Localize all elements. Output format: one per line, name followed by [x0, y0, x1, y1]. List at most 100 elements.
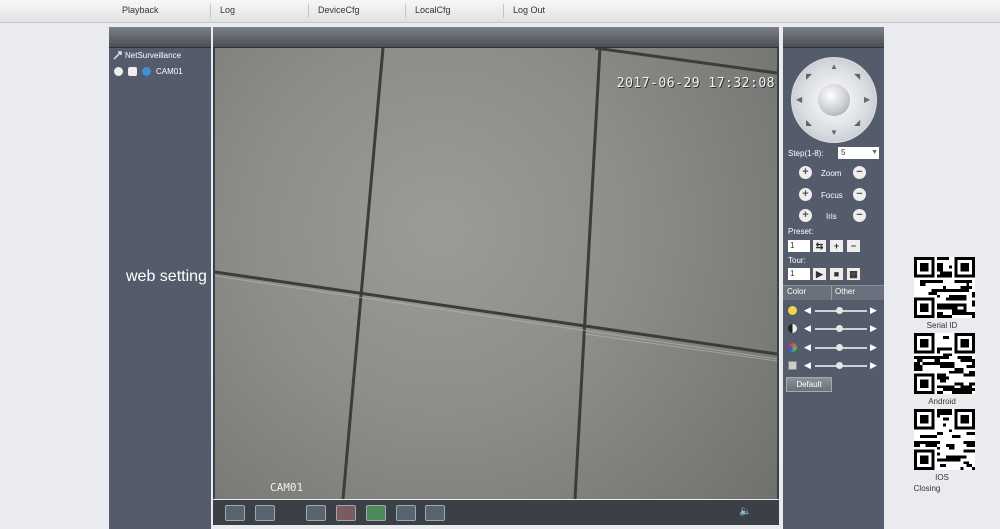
ios-label: IOS: [935, 473, 949, 482]
nav-separator: [210, 4, 211, 18]
saturation-slider[interactable]: ◀ ▶: [788, 342, 880, 354]
android-qr-code: [914, 333, 975, 394]
saturation-increase-icon[interactable]: ▶: [870, 342, 877, 353]
nav-separator: [405, 4, 406, 18]
talk-button[interactable]: [396, 505, 416, 521]
focus-label: Focus: [821, 191, 843, 200]
preset-label: Preset:: [788, 227, 814, 236]
hue-decrease-icon[interactable]: ◀: [804, 360, 811, 371]
zoom-label: Zoom: [821, 169, 842, 178]
ptz-right-icon[interactable]: ▶: [864, 95, 870, 104]
saturation-knob[interactable]: [836, 344, 844, 351]
tree-camera-item[interactable]: CAM01: [114, 67, 183, 76]
play-icon[interactable]: [128, 67, 137, 76]
tree-root-label: NetSurveillance: [125, 51, 182, 60]
preset-add-button[interactable]: +: [830, 240, 843, 252]
iris-label: Iris: [826, 212, 837, 221]
tree-root-item[interactable]: NetSurveillance: [113, 51, 181, 60]
focus-far-button[interactable]: −: [853, 188, 866, 201]
tour-grid-button[interactable]: ▦: [847, 268, 860, 280]
brightness-decrease-icon[interactable]: ◀: [804, 305, 811, 316]
ptz-center-button[interactable]: [818, 84, 850, 116]
video-timestamp: 2017-06-29 17:32:08: [616, 76, 775, 91]
preset-goto-button[interactable]: ⇆: [813, 240, 826, 252]
video-frame: 2017-06-29 17:32:08 CAM01: [213, 27, 779, 499]
zoom-out-button[interactable]: −: [853, 166, 866, 179]
ptz-upleft-icon[interactable]: ◤: [806, 72, 812, 81]
fullscreen-button[interactable]: [225, 505, 245, 521]
brightness-knob[interactable]: [836, 307, 844, 314]
ptz-up-icon[interactable]: ▲: [830, 62, 838, 71]
brightness-increase-icon[interactable]: ▶: [870, 305, 877, 316]
android-label: Android: [928, 397, 956, 406]
nav-log[interactable]: Log: [220, 5, 235, 15]
record-start-button[interactable]: [306, 505, 326, 521]
device-tree-header: [109, 27, 211, 48]
tab-color[interactable]: Color: [787, 287, 806, 296]
web-setting-overlay: web setting: [126, 268, 207, 285]
ios-qr-code: [914, 409, 975, 470]
nav-playback[interactable]: Playback: [122, 5, 159, 15]
hue-slider[interactable]: ◀ ▶: [788, 360, 880, 372]
hue-increase-icon[interactable]: ▶: [870, 360, 877, 371]
tour-stop-button[interactable]: ■: [830, 268, 843, 280]
live-view-icon[interactable]: [142, 67, 151, 76]
network-icon: [113, 51, 122, 60]
nav-localcfg[interactable]: LocalCfg: [415, 5, 451, 15]
tour-label: Tour:: [788, 256, 806, 265]
ptz-left-icon[interactable]: ◀: [796, 95, 802, 104]
window-layout-button[interactable]: [255, 505, 275, 521]
ptz-direction-pad[interactable]: ▲ ▼ ◀ ▶ ◤ ◥ ◣ ◢: [791, 57, 877, 143]
video-camera-label: CAM01: [270, 481, 304, 494]
tour-input[interactable]: 1: [788, 268, 810, 280]
ptz-upright-icon[interactable]: ◥: [854, 72, 860, 81]
ptz-panel: ▲ ▼ ◀ ▶ ◤ ◥ ◣ ◢ Step(1-8): 5 ▼ + Zoom − …: [783, 27, 884, 529]
contrast-decrease-icon[interactable]: ◀: [804, 323, 811, 334]
contrast-slider[interactable]: ◀ ▶: [788, 323, 880, 335]
serial-id-label: Serial ID: [926, 321, 958, 330]
brightness-icon: [788, 306, 797, 315]
contrast-icon: [788, 324, 797, 333]
record-icon[interactable]: [114, 67, 123, 76]
tab-other[interactable]: Other: [835, 287, 855, 296]
iris-close-button[interactable]: −: [853, 209, 866, 222]
step-select[interactable]: 5 ▼: [838, 147, 879, 159]
snapshot-button[interactable]: [366, 505, 386, 521]
step-label: Step(1-8):: [788, 149, 824, 158]
default-button[interactable]: Default: [786, 377, 832, 392]
nav-devicecfg[interactable]: DeviceCfg: [318, 5, 360, 15]
saturation-decrease-icon[interactable]: ◀: [804, 342, 811, 353]
nav-separator: [503, 4, 504, 18]
color-tabs: Color Other: [783, 285, 884, 300]
nav-separator: [308, 4, 309, 18]
contrast-increase-icon[interactable]: ▶: [870, 323, 877, 334]
ceiling-grid-image: [215, 48, 777, 499]
hue-knob[interactable]: [836, 362, 844, 369]
contrast-knob[interactable]: [836, 325, 844, 332]
volume-mute-icon[interactable]: 🔈: [739, 506, 751, 517]
nav-logout[interactable]: Log Out: [513, 5, 545, 15]
iris-open-button[interactable]: +: [799, 209, 812, 222]
audio-button[interactable]: [425, 505, 445, 521]
brightness-slider[interactable]: ◀ ▶: [788, 305, 880, 317]
ptz-downright-icon[interactable]: ◢: [854, 118, 860, 127]
top-nav-bar: Playback Log DeviceCfg LocalCfg Log Out: [0, 0, 1000, 23]
record-stop-button[interactable]: [336, 505, 356, 521]
focus-near-button[interactable]: +: [799, 188, 812, 201]
ptz-downleft-icon[interactable]: ◣: [806, 118, 812, 127]
ptz-header: [783, 27, 884, 48]
preset-remove-button[interactable]: −: [847, 240, 860, 252]
saturation-icon: [788, 343, 797, 352]
video-toolbar: 🔈: [213, 500, 779, 525]
zoom-in-button[interactable]: +: [799, 166, 812, 179]
camera-video[interactable]: 2017-06-29 17:32:08 CAM01: [215, 48, 777, 499]
serial-id-qr-code: [914, 257, 975, 318]
preset-input[interactable]: 1: [788, 240, 810, 252]
closing-link[interactable]: Closing: [887, 484, 967, 493]
ptz-down-icon[interactable]: ▼: [830, 128, 838, 137]
tab-divider: [831, 286, 832, 300]
hue-icon: [788, 361, 797, 370]
video-header: [213, 27, 779, 48]
tour-play-button[interactable]: ▶: [813, 268, 826, 280]
step-value: 5: [841, 148, 846, 157]
